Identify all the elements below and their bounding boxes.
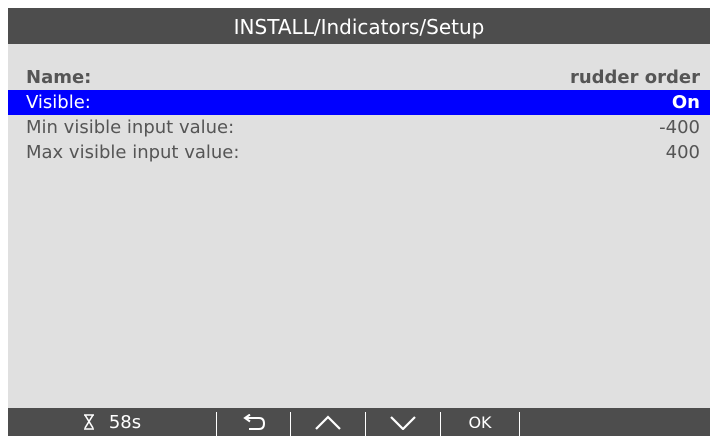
setting-row-visible[interactable]: Visible: On (8, 90, 710, 115)
up-button[interactable] (291, 408, 365, 436)
back-arrow-icon (241, 414, 267, 430)
setting-value: On (671, 92, 700, 113)
page-title: INSTALL/Indicators/Setup (8, 8, 710, 44)
setting-value: rudder order (569, 67, 700, 88)
ok-button[interactable]: OK (441, 408, 519, 436)
timeout-indicator: 58s (8, 408, 216, 436)
softkey-bar: 58s OK (8, 408, 710, 436)
down-button[interactable] (366, 408, 440, 436)
setting-label: Visible: (26, 92, 91, 113)
timer-value: 58s (108, 411, 142, 433)
back-button[interactable] (217, 408, 290, 436)
hourglass-icon (83, 414, 95, 430)
setting-row-max-visible[interactable]: Max visible input value: 400 (8, 140, 710, 165)
settings-list: Name: rudder order Visible: On Min visib… (8, 65, 710, 165)
setting-row-min-visible[interactable]: Min visible input value: -400 (8, 115, 710, 140)
setting-label: Max visible input value: (26, 142, 240, 163)
setting-label: Name: (26, 67, 92, 88)
setting-value: -400 (659, 117, 700, 138)
ok-label: OK (468, 412, 492, 432)
divider (519, 412, 520, 436)
device-screen: INSTALL/Indicators/Setup Name: rudder or… (8, 8, 710, 436)
setting-value: 400 (665, 142, 700, 163)
chevron-up-icon (314, 414, 342, 430)
setting-label: Min visible input value: (26, 117, 235, 138)
chevron-down-icon (389, 414, 417, 430)
setting-row-name[interactable]: Name: rudder order (8, 65, 710, 90)
